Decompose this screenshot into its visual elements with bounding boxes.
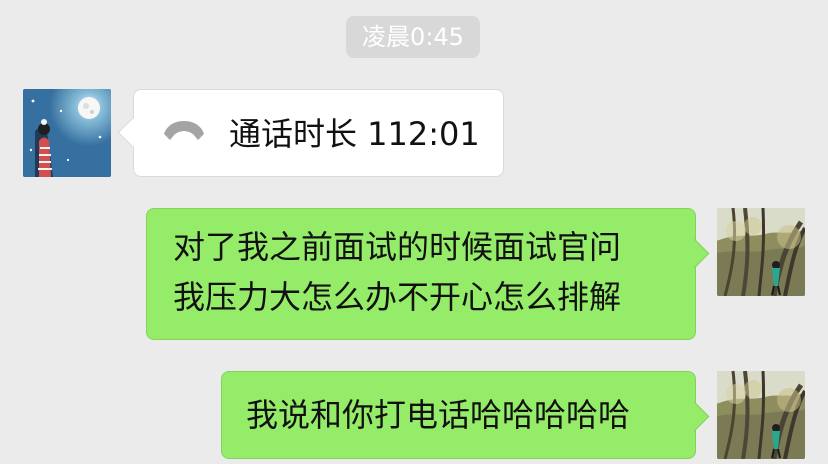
contact-avatar[interactable] — [23, 89, 111, 177]
user-avatar[interactable] — [717, 371, 805, 459]
message-line: 我压力大怎么办不开心怎么排解 — [173, 278, 622, 316]
message-line: 我说和你打电话哈哈哈哈哈 — [246, 396, 631, 434]
timestamp-badge: 凌晨0:45 — [346, 16, 480, 58]
message-line: 对了我之前面试的时候面试官问 — [173, 228, 622, 266]
phone-handset-icon — [164, 121, 204, 140]
contact-avatar-image — [23, 89, 111, 177]
user-avatar-image — [717, 371, 805, 459]
user-avatar[interactable] — [717, 208, 805, 296]
bubble-tail — [679, 401, 710, 432]
bubble-tail — [117, 117, 148, 148]
outgoing-message-bubble[interactable]: 对了我之前面试的时候面试官问 我压力大怎么办不开心怎么排解 — [146, 208, 710, 340]
user-avatar-image — [717, 208, 805, 296]
bubble-tail — [679, 238, 710, 269]
call-duration-text: 通话时长 112:01 — [229, 115, 480, 153]
outgoing-message-bubble[interactable]: 我说和你打电话哈哈哈哈哈 — [221, 371, 710, 459]
call-record-bubble[interactable]: 通话时长 112:01 — [117, 89, 504, 177]
